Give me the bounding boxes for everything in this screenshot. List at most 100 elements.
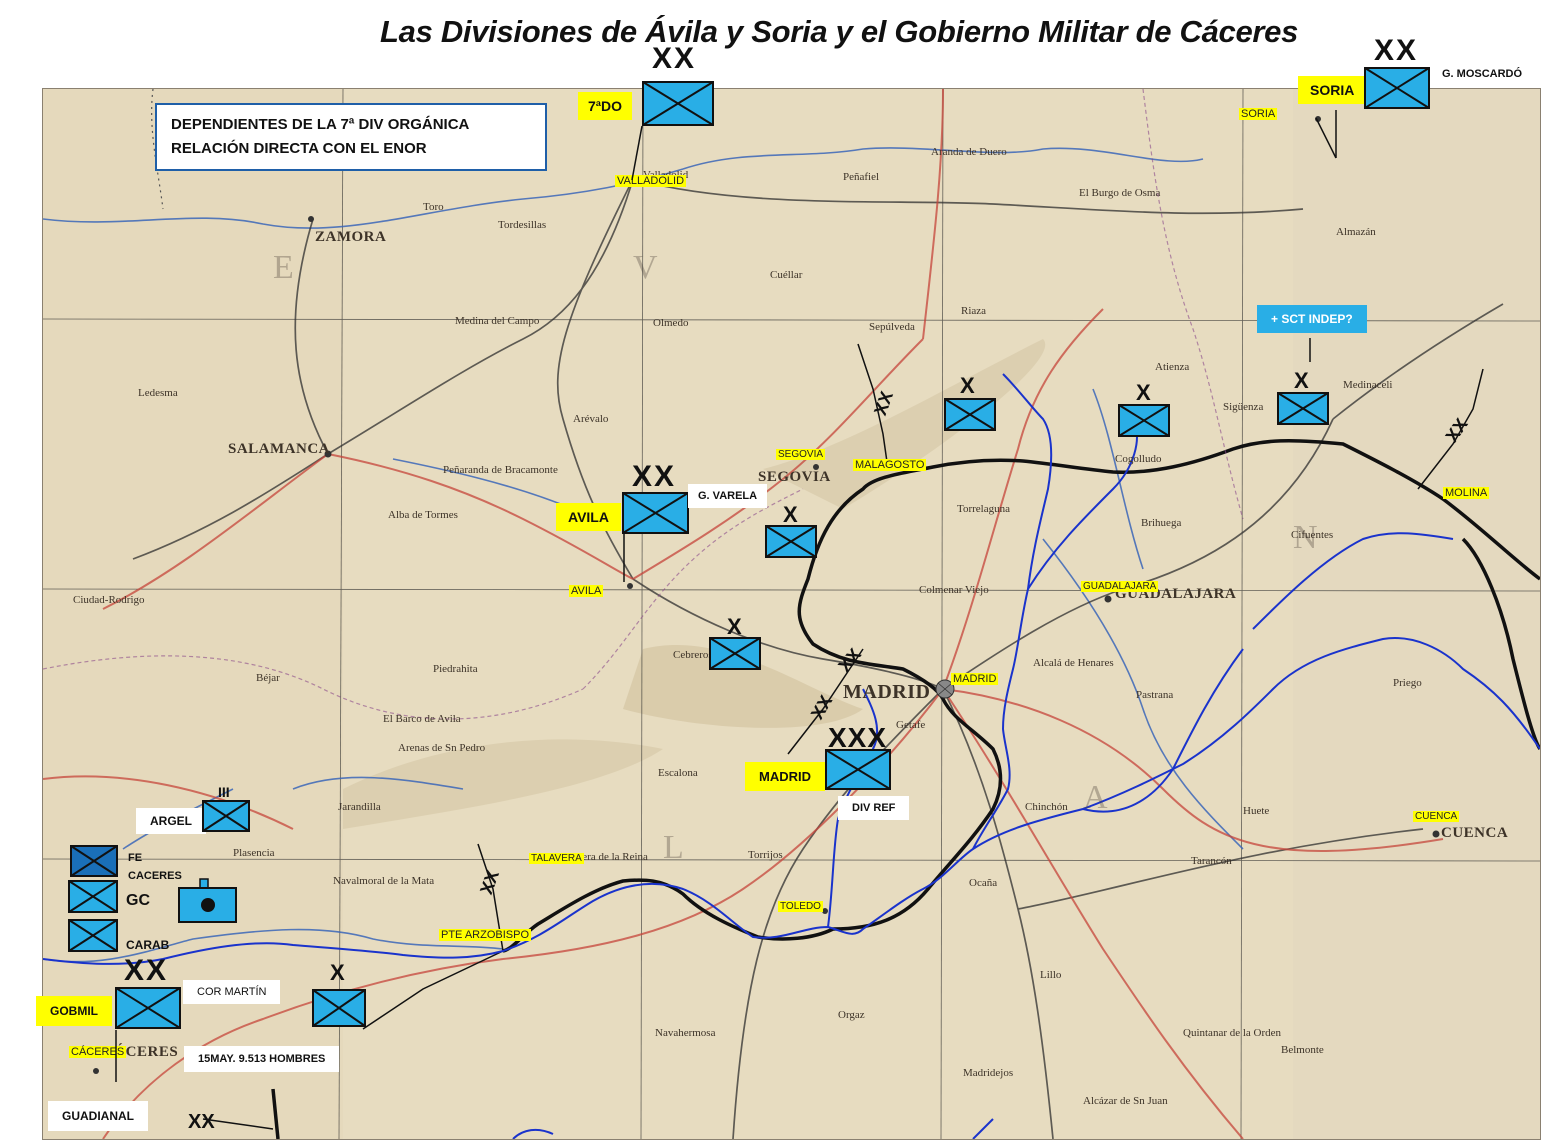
note-line-1: DEPENDIENTES DE LA 7ª DIV ORGÁNICA	[171, 116, 470, 133]
town-label: Tordesillas	[498, 219, 547, 231]
town-label: Belmonte	[1281, 1044, 1324, 1056]
town-label: Torrelaguna	[957, 503, 1010, 515]
highlight-madrid: MADRID	[951, 673, 999, 685]
town-label: Escalona	[658, 767, 698, 779]
town-label: El Burgo de Osma	[1079, 187, 1161, 199]
military-government-symbol	[115, 987, 181, 1029]
town-label: Pastrana	[1136, 689, 1174, 701]
commander-avila: G. VARELA	[688, 484, 768, 508]
echelon-brigade: X	[960, 373, 975, 398]
highlight-guadalajara: GUADALAJARA	[1081, 581, 1159, 592]
town-label: Plasencia	[233, 847, 275, 859]
note-madrid: DIV REF	[838, 796, 910, 820]
echelon-brigade: X	[1294, 368, 1309, 393]
highlight-malagosto: MALAGOSTO	[853, 459, 927, 471]
town-label: Quintanar de la Orden	[1183, 1027, 1282, 1039]
town-label: Ocaña	[969, 877, 998, 889]
sct-indep-box: + SCT INDEP?	[1257, 305, 1367, 333]
town-label: Jarandilla	[338, 801, 381, 813]
town-label: Colmenar Viejo	[919, 584, 989, 596]
town-label: Piedrahita	[433, 663, 478, 675]
highlight-toledo: TOLEDO	[778, 901, 823, 912]
gobmil-strength: 15MAY. 9.513 HOMBRES	[184, 1046, 340, 1072]
town-label: Cebreros	[673, 649, 713, 661]
unit-label-madrid: MADRID	[745, 762, 825, 791]
town-label: Tarancón	[1191, 855, 1232, 867]
unit-label-7do: 7ªDO	[578, 92, 632, 120]
note-line-2: RELACIÓN DIRECTA CON EL ENOR	[171, 140, 427, 157]
echelon-brigade: X	[330, 960, 345, 985]
highlight-soria: SORIA	[1239, 108, 1278, 120]
highlight-pte-arzobispo: PTE ARZOBISPO	[439, 929, 532, 941]
town-label: Medina del Campo	[455, 315, 540, 327]
infantry-division-symbol	[1364, 67, 1430, 109]
infantry-corps-symbol	[825, 749, 891, 790]
town-label: Alba de Tormes	[388, 509, 458, 521]
town-label: Atienza	[1155, 361, 1190, 373]
echelon-argel: III	[218, 784, 230, 800]
region-label: V	[633, 249, 662, 286]
infantry-brigade-symbol	[1277, 392, 1329, 425]
echelon-avila: XX	[632, 460, 677, 493]
town-madrid: MADRID	[843, 681, 931, 703]
unit-pointer-line	[1309, 338, 1311, 362]
town-salamanca: SALAMANCA	[228, 441, 330, 457]
gc-symbol	[68, 880, 118, 913]
infantry-brigade-symbol	[312, 989, 366, 1027]
infantry-brigade-symbol	[944, 398, 996, 431]
town-label: Torrijos	[748, 849, 783, 861]
region-label: A	[1083, 779, 1112, 816]
town-label: Sigüenza	[1223, 401, 1264, 413]
map-title: Las Divisiones de Ávila y Soria y el Gob…	[380, 14, 1299, 49]
infantry-division-symbol	[642, 81, 714, 126]
town-label: Priego	[1393, 677, 1422, 689]
infantry-brigade-symbol	[1118, 404, 1170, 437]
town-label: Alcalá de Henares	[1033, 657, 1114, 669]
legend-gc: GC	[126, 892, 150, 909]
highlight-molina: MOLINA	[1443, 487, 1490, 499]
infantry-division-symbol	[622, 492, 689, 534]
town-label: Lillo	[1040, 969, 1062, 981]
town-label: Aranda de Duero	[931, 146, 1007, 158]
town-label: Olmedo	[653, 317, 689, 329]
highlight-cuenca: CUENCA	[1413, 811, 1460, 822]
infantry-regiment-symbol	[202, 800, 250, 832]
infantry-brigade-symbol	[709, 637, 761, 670]
unit-pointer-line	[115, 1030, 117, 1082]
commander-gobmil: COR MARTÍN	[183, 980, 281, 1004]
legend-fe: FE	[128, 852, 143, 864]
town-label: Riaza	[961, 305, 987, 317]
fe-symbol	[70, 845, 118, 877]
unit-pointer-line	[1315, 110, 1337, 159]
town-label: Navalmoral de la Mata	[333, 875, 435, 887]
boundary-guadianal: GUADIANAL	[48, 1101, 148, 1131]
town-label: Cogolludo	[1115, 453, 1162, 465]
town-label: Brihuega	[1141, 517, 1182, 529]
dependency-note: DEPENDIENTES DE LA 7ª DIV ORGÁNICA RELAC…	[155, 103, 547, 171]
echelon-7do: XX	[652, 42, 697, 75]
legend-caceres: CACERES	[128, 870, 182, 882]
region-label: E	[273, 249, 298, 286]
town-label: Orgaz	[838, 1009, 865, 1021]
unit-label-soria: SORIA	[1298, 76, 1367, 104]
unit-pointer-line	[631, 125, 643, 181]
town-label: Chinchón	[1025, 801, 1068, 813]
echelon-soria: XX	[1374, 34, 1419, 67]
town-label: Ledesma	[138, 387, 178, 399]
town-label: Arévalo	[573, 413, 609, 425]
town-label: Getafe	[896, 719, 926, 731]
town-label: Cifuentes	[1291, 529, 1334, 541]
commander-soria: G. MOSCARDÓ	[1432, 64, 1533, 84]
echelon-gobmil: XX	[124, 954, 169, 987]
echelon-brigade: X	[1136, 380, 1151, 405]
town-label: Béjar	[256, 672, 280, 684]
town-label: Madridejos	[963, 1067, 1014, 1079]
town-label: Alcázar de Sn Juan	[1083, 1095, 1168, 1107]
town-label: Toro	[423, 201, 444, 213]
town-cuenca: CUENCA	[1441, 825, 1509, 841]
cavalry-symbol	[178, 878, 238, 924]
region-label: L	[663, 829, 688, 866]
boundary-mark: XX	[188, 1111, 215, 1133]
town-zamora: ZAMORA	[315, 229, 387, 245]
town-label: Peñaranda de Bracamonte	[443, 464, 558, 476]
